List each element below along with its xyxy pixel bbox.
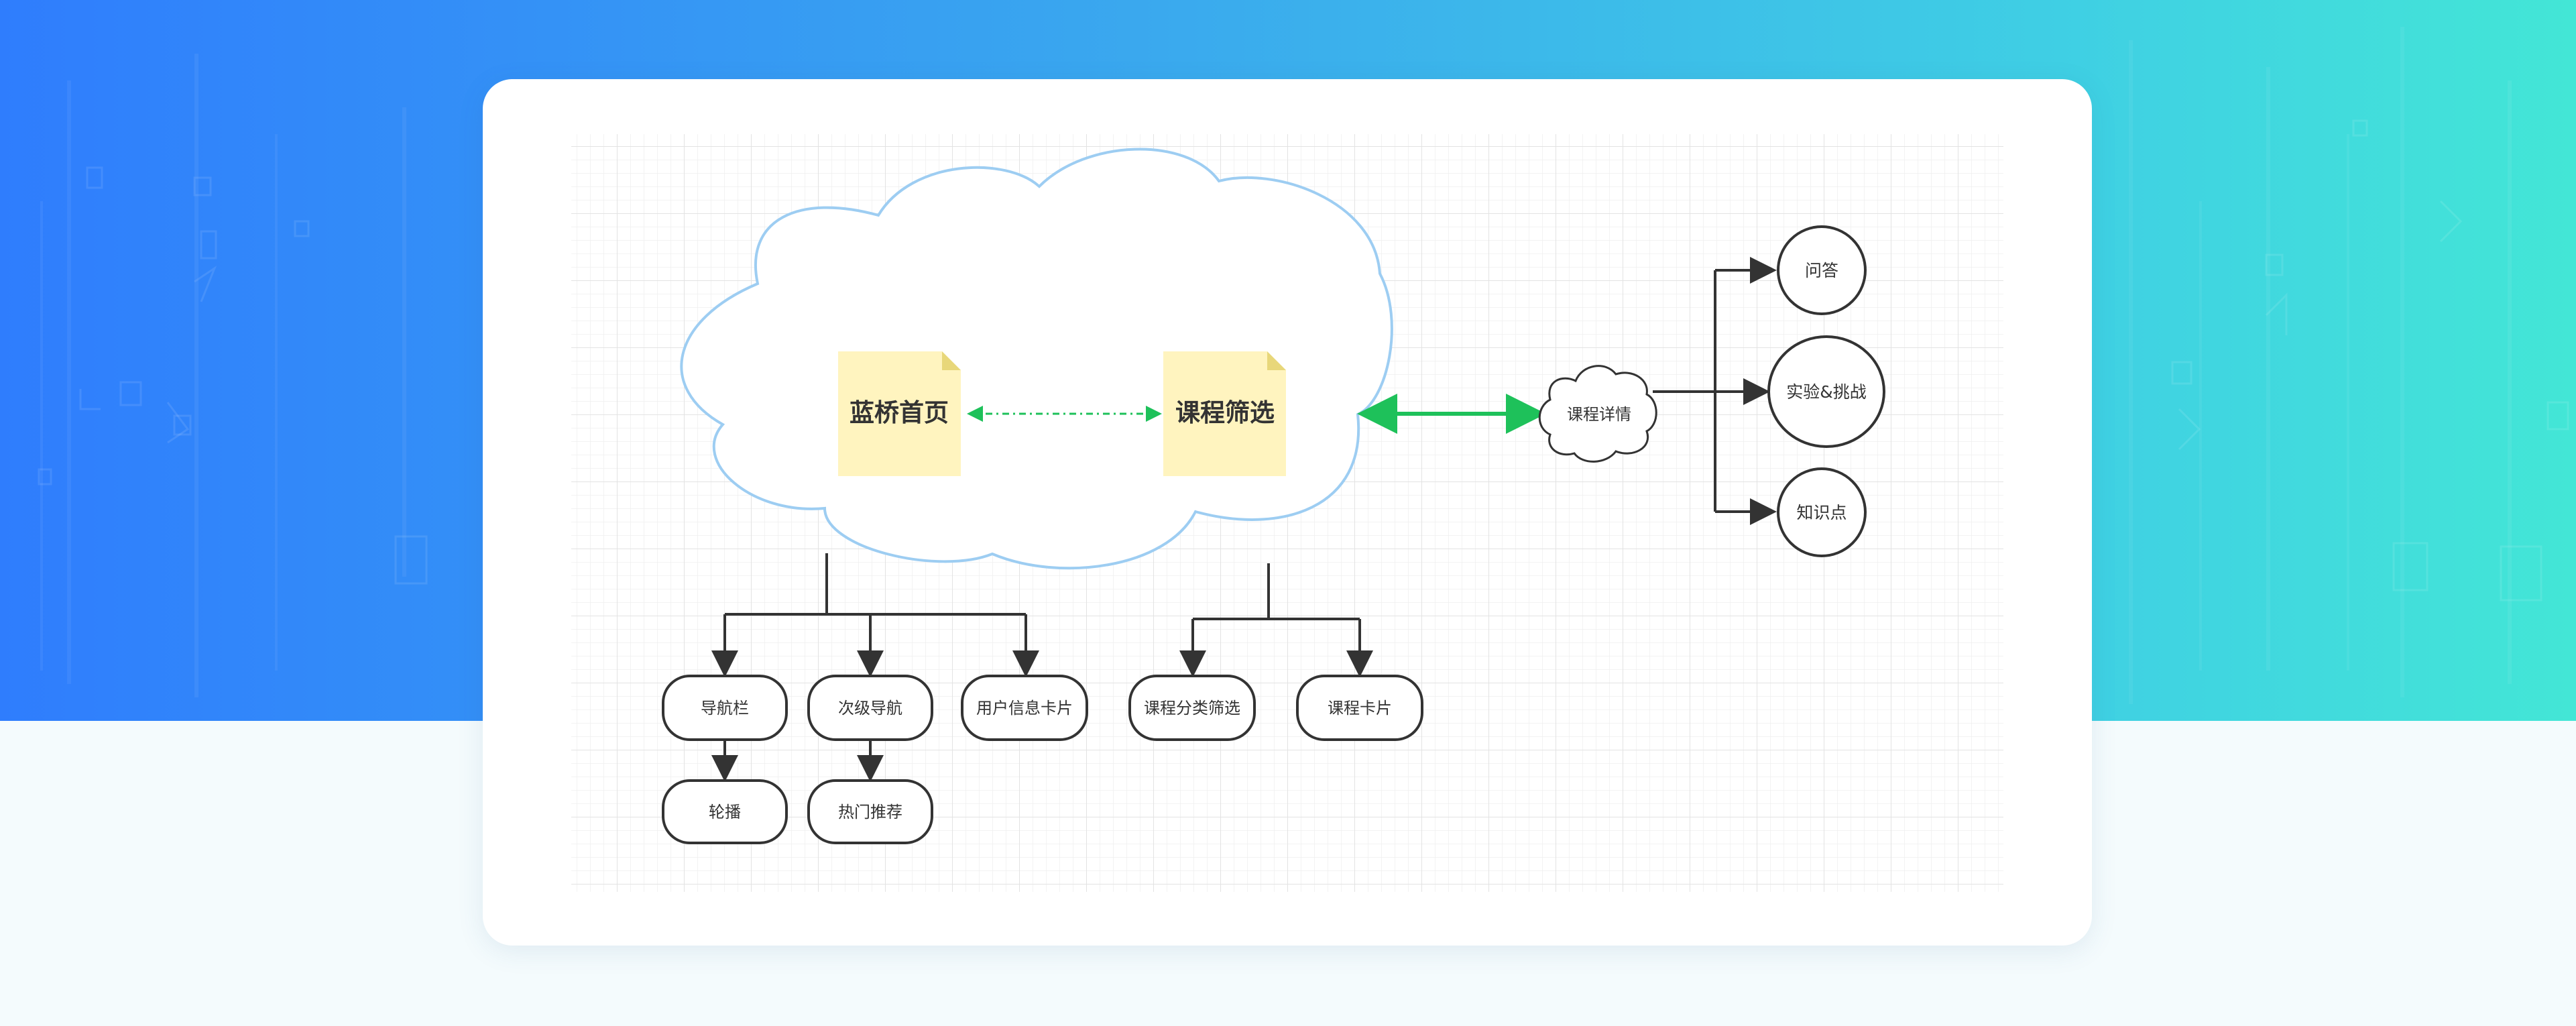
flow-diagram: 蓝桥首页 课程筛选 课程详情 问答 实验&挑战 知识点 导航栏 次级导航 用户信… xyxy=(571,134,2003,892)
code-pattern-decoration-left xyxy=(38,54,428,697)
note-course-filter[interactable]: 课程筛选 xyxy=(1163,351,1286,476)
node-navbar-label: 导航栏 xyxy=(701,699,749,718)
node-sub-navigation[interactable]: 次级导航 xyxy=(807,675,933,741)
node-popular-recommendations-label: 热门推荐 xyxy=(838,803,902,821)
node-qa[interactable]: 问答 xyxy=(1777,225,1867,315)
node-popular-recommendations[interactable]: 热门推荐 xyxy=(807,779,933,844)
node-course-category-filter-label: 课程分类筛选 xyxy=(1144,699,1240,718)
code-pattern-decoration-right xyxy=(2129,27,2569,704)
node-qa-label: 问答 xyxy=(1805,261,1838,280)
node-course-card[interactable]: 课程卡片 xyxy=(1296,675,1423,741)
note-course-filter-label: 课程筛选 xyxy=(1175,398,1275,427)
node-knowledge-point[interactable]: 知识点 xyxy=(1777,467,1867,557)
node-lab-challenge[interactable]: 实验&挑战 xyxy=(1767,335,1885,448)
node-user-info-card[interactable]: 用户信息卡片 xyxy=(961,675,1088,741)
note-home[interactable]: 蓝桥首页 xyxy=(838,351,961,476)
node-course-detail-label: 课程详情 xyxy=(1567,405,1631,424)
node-knowledge-point-label: 知识点 xyxy=(1796,503,1847,522)
node-navbar[interactable]: 导航栏 xyxy=(662,675,788,741)
node-course-detail[interactable]: 课程详情 xyxy=(1538,365,1657,463)
node-course-category-filter[interactable]: 课程分类筛选 xyxy=(1128,675,1256,741)
node-sub-navigation-label: 次级导航 xyxy=(838,699,902,718)
node-user-info-card-label: 用户信息卡片 xyxy=(976,699,1073,718)
diagram-card: 蓝桥首页 课程筛选 课程详情 问答 实验&挑战 知识点 导航栏 次级导航 用户信… xyxy=(483,79,2092,946)
node-carousel-label: 轮播 xyxy=(709,803,741,821)
node-lab-challenge-label: 实验&挑战 xyxy=(1786,382,1867,402)
note-home-label: 蓝桥首页 xyxy=(850,398,949,427)
node-course-card-label: 课程卡片 xyxy=(1328,699,1392,718)
node-carousel[interactable]: 轮播 xyxy=(662,779,788,844)
